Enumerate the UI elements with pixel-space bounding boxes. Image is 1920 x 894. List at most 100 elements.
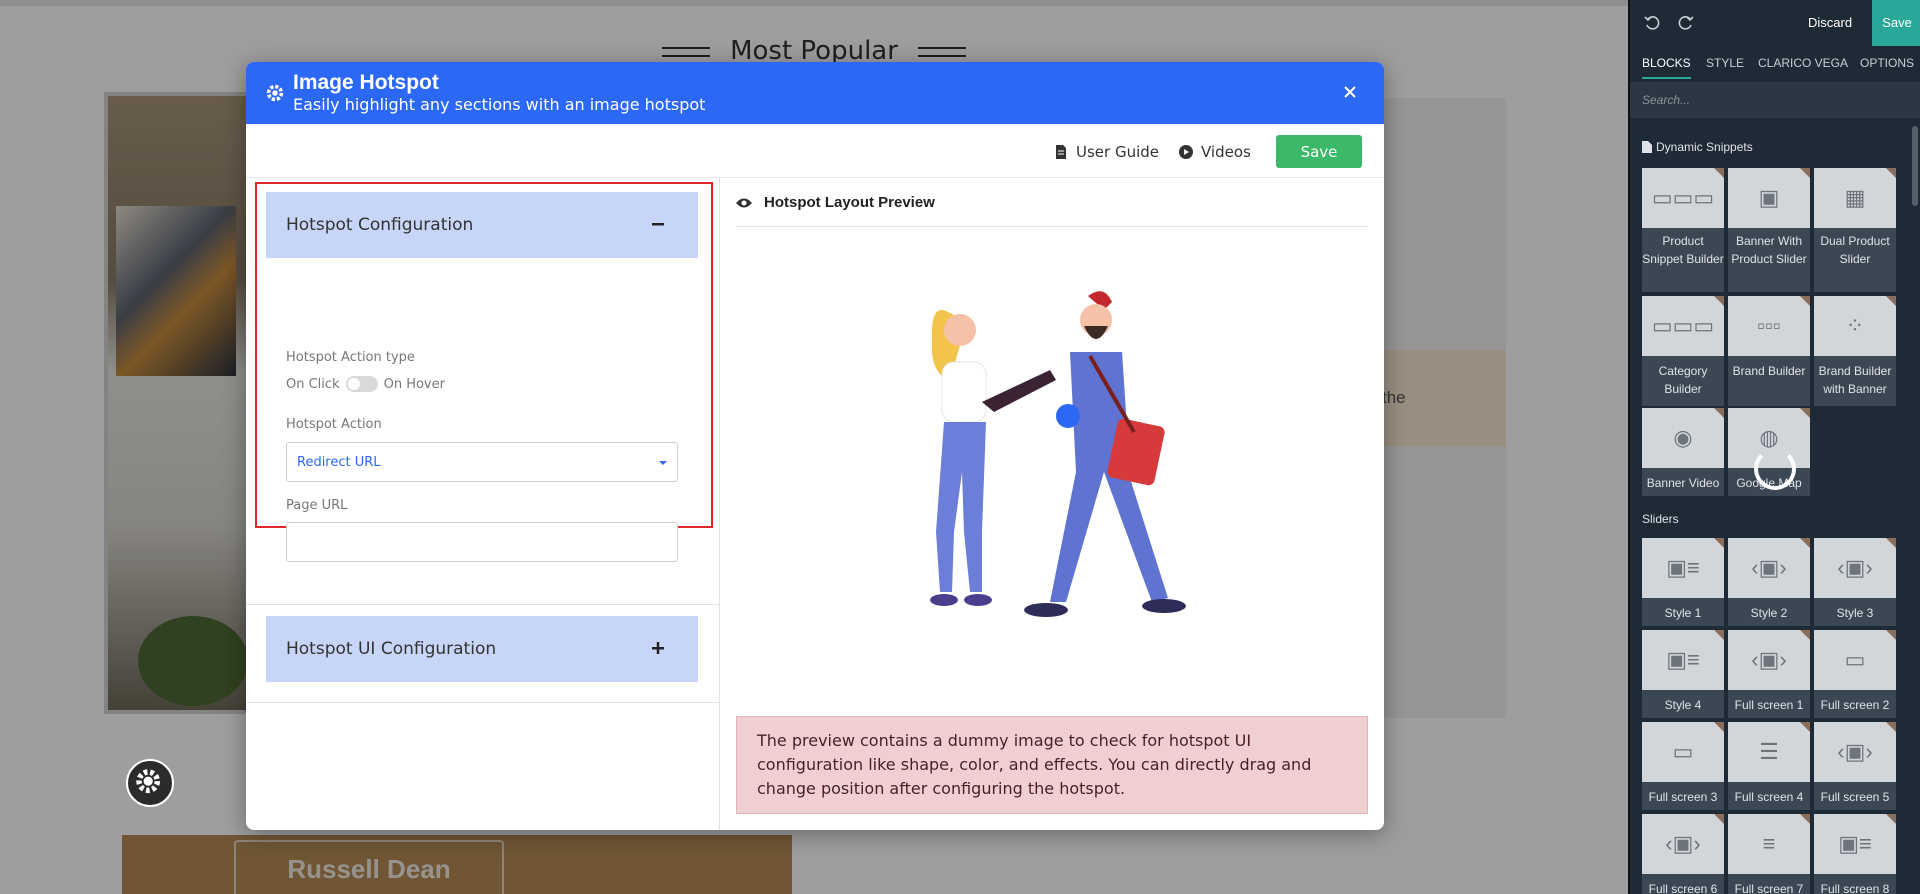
modal-header: Image Hotspot Easily highlight any secti… [246, 62, 1384, 124]
snippet-corner-mark [1714, 296, 1724, 306]
snippet-banner-video[interactable]: ◉ Banner Video [1642, 408, 1724, 496]
image-icon: ‹▣› [1751, 555, 1787, 580]
close-icon[interactable] [1338, 80, 1362, 104]
snippet-corner-mark [1886, 538, 1896, 548]
settings-gear-icon[interactable] [126, 759, 174, 807]
snippet-label: Style 3 [1836, 606, 1874, 620]
snippet-corner-mark [1800, 814, 1810, 824]
slider-style-1[interactable]: ▣≡ Style 1 [1642, 538, 1724, 626]
snippet-thumbnail: ▭▭▭ [1642, 296, 1724, 356]
image-icon: ‹▣› [1837, 739, 1873, 764]
chevron-down-icon [659, 461, 667, 465]
snippet-thumbnail: ☰ [1728, 722, 1810, 782]
tab-style[interactable]: STYLE [1706, 56, 1744, 70]
image-icon: ‹▣› [1751, 647, 1787, 672]
group-title: Sliders [1642, 512, 1679, 526]
snippet-corner-mark [1800, 722, 1810, 732]
videos-link[interactable]: Videos [1179, 143, 1251, 161]
image-icon: ▣≡ [1666, 647, 1700, 672]
discard-button[interactable]: Discard [1808, 15, 1852, 30]
accordion-title: Hotspot UI Configuration [286, 639, 497, 659]
action-type-toggle-row: On Click On Hover [286, 376, 445, 392]
hotspot-action-label: Hotspot Action [286, 417, 382, 432]
snippet-brand-builder[interactable]: ▫▫▫ Brand Builder [1728, 296, 1810, 406]
undo-icon[interactable] [1644, 15, 1660, 31]
redo-icon[interactable] [1678, 15, 1694, 31]
category-grid-icon: ▭▭▭ [1651, 313, 1715, 338]
preview-info-note: The preview contains a dummy image to ch… [736, 716, 1368, 814]
editor-save-button[interactable]: Save [1872, 0, 1920, 46]
snippet-label: Style 1 [1664, 606, 1702, 620]
editor-toolbar: Discard Save [1630, 0, 1920, 46]
snippet-corner-mark [1714, 168, 1724, 178]
group-dynamic-snippets: Dynamic Snippets [1642, 140, 1753, 154]
tab-options[interactable]: OPTIONS [1860, 56, 1914, 70]
slider-full-screen-2[interactable]: ▭ Full screen 2 [1814, 630, 1896, 718]
snippet-corner-mark [1714, 408, 1724, 418]
slider-full-screen-5[interactable]: ‹▣› Full screen 5 [1814, 722, 1896, 810]
snippet-label: Banner With Product Slider [1731, 234, 1807, 266]
slider-style-2[interactable]: ‹▣› Style 2 [1728, 538, 1810, 626]
video-icon: ◉ [1673, 425, 1693, 450]
divider [736, 226, 1368, 227]
image-hotspot-modal: Image Hotspot Easily highlight any secti… [246, 62, 1384, 830]
on-hover-label: On Hover [383, 376, 445, 392]
snippet-search-input[interactable]: Search... [1630, 82, 1920, 118]
action-type-switch[interactable] [345, 376, 378, 392]
save-button[interactable]: Save [1276, 135, 1362, 168]
hotspot-action-select[interactable]: Redirect URL [286, 442, 678, 482]
eye-icon [736, 198, 752, 207]
snippet-thumbnail: ▣≡ [1642, 538, 1724, 598]
snippet-banner-with-product-slider[interactable]: ▣ Banner With Product Slider [1728, 168, 1810, 292]
tab-blocks[interactable]: BLOCKS [1642, 56, 1691, 79]
tab-clarico-vega[interactable]: CLARICO VEGA [1758, 56, 1848, 70]
snippet-thumbnail: ‹▣› [1728, 630, 1810, 690]
scrollbar[interactable] [1912, 126, 1918, 206]
group-sliders: Sliders [1642, 512, 1679, 526]
slider-style-3[interactable]: ‹▣› Style 3 [1814, 538, 1896, 626]
snippet-thumbnail: ‹▣› [1728, 538, 1810, 598]
file-icon [1642, 141, 1652, 153]
snippet-product-snippet-builder[interactable]: ▭▭▭ Product Snippet Builder [1642, 168, 1724, 292]
snippet-brand-builder-with-banner[interactable]: ⁘ Brand Builder with Banner [1814, 296, 1896, 406]
website-editor-panel: Discard Save BLOCKS STYLE CLARICO VEGA O… [1628, 0, 1920, 894]
minus-icon[interactable] [648, 214, 668, 234]
user-guide-link[interactable]: User Guide [1054, 143, 1159, 161]
slider-full-screen-3[interactable]: ▭ Full screen 3 [1642, 722, 1724, 810]
plus-icon[interactable] [648, 638, 668, 658]
product-grid-icon: ▭▭▭ [1651, 185, 1715, 210]
snippet-dual-product-slider[interactable]: ▦ Dual Product Slider [1814, 168, 1896, 292]
snippet-corner-mark [1800, 538, 1810, 548]
snippet-corner-mark [1714, 630, 1724, 640]
slider-full-screen-4[interactable]: ☰ Full screen 4 [1728, 722, 1810, 810]
preview-title: Hotspot Layout Preview [736, 194, 935, 211]
slider-full-screen-7[interactable]: ≡ Full screen 7 [1728, 814, 1810, 894]
hotspot-ui-configuration-header[interactable]: Hotspot UI Configuration [266, 616, 698, 682]
preview-title-text: Hotspot Layout Preview [764, 194, 935, 211]
hotspot-configuration-header[interactable]: Hotspot Configuration [266, 192, 698, 258]
snippet-label: Full screen 5 [1820, 790, 1890, 804]
modal-toolbar: User Guide Videos Save [246, 124, 1384, 178]
divider [246, 702, 720, 703]
image-icon: ‹▣› [1837, 555, 1873, 580]
page-url-input[interactable] [286, 522, 678, 562]
snippet-label: Full screen 7 [1734, 882, 1804, 894]
slider-full-screen-8[interactable]: ▣≡ Full screen 8 [1814, 814, 1896, 894]
slider-style-4[interactable]: ▣≡ Style 4 [1642, 630, 1724, 718]
videos-label: Videos [1201, 143, 1251, 161]
snippet-corner-mark [1886, 722, 1896, 732]
slider-full-screen-1[interactable]: ‹▣› Full screen 1 [1728, 630, 1810, 718]
snippet-thumbnail: ▫▫▫ [1728, 296, 1810, 356]
image-icon: ‹▣› [1665, 831, 1701, 856]
snippet-corner-mark [1886, 168, 1896, 178]
loading-spinner-icon [1754, 448, 1796, 490]
slider-full-screen-6[interactable]: ‹▣› Full screen 6 [1642, 814, 1724, 894]
snippet-corner-mark [1714, 814, 1724, 824]
dummy-preview-image [930, 291, 1186, 617]
snippet-label: Full screen 2 [1820, 698, 1890, 712]
page-url-label: Page URL [286, 498, 348, 513]
snippet-label: Brand Builder [1732, 364, 1806, 378]
snippet-category-builder[interactable]: ▭▭▭ Category Builder [1642, 296, 1724, 406]
snippet-corner-mark [1800, 296, 1810, 306]
hotspot-action-value: Redirect URL [297, 455, 381, 470]
